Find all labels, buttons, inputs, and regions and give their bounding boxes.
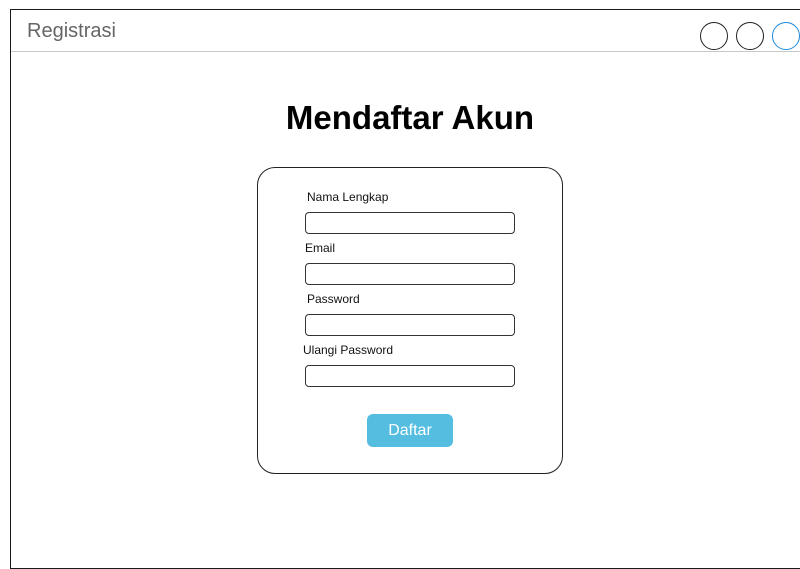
window-control-circle-1[interactable] (700, 22, 728, 50)
full-name-label: Nama Lengkap (307, 190, 389, 204)
title-bar: Registrasi (11, 10, 800, 52)
full-name-input[interactable] (305, 212, 515, 234)
window-control-circle-2[interactable] (736, 22, 764, 50)
confirm-password-input[interactable] (305, 365, 515, 387)
page-title: Mendaftar Akun (285, 99, 535, 136)
window-control-circle-3[interactable] (772, 22, 800, 50)
register-button[interactable]: Daftar (367, 414, 453, 447)
email-label: Email (305, 241, 336, 255)
password-input[interactable] (305, 314, 515, 336)
confirm-password-label: Ulangi Password (303, 343, 394, 357)
window-title: Registrasi (27, 20, 116, 42)
password-label: Password (307, 292, 360, 306)
email-input[interactable] (305, 263, 515, 285)
